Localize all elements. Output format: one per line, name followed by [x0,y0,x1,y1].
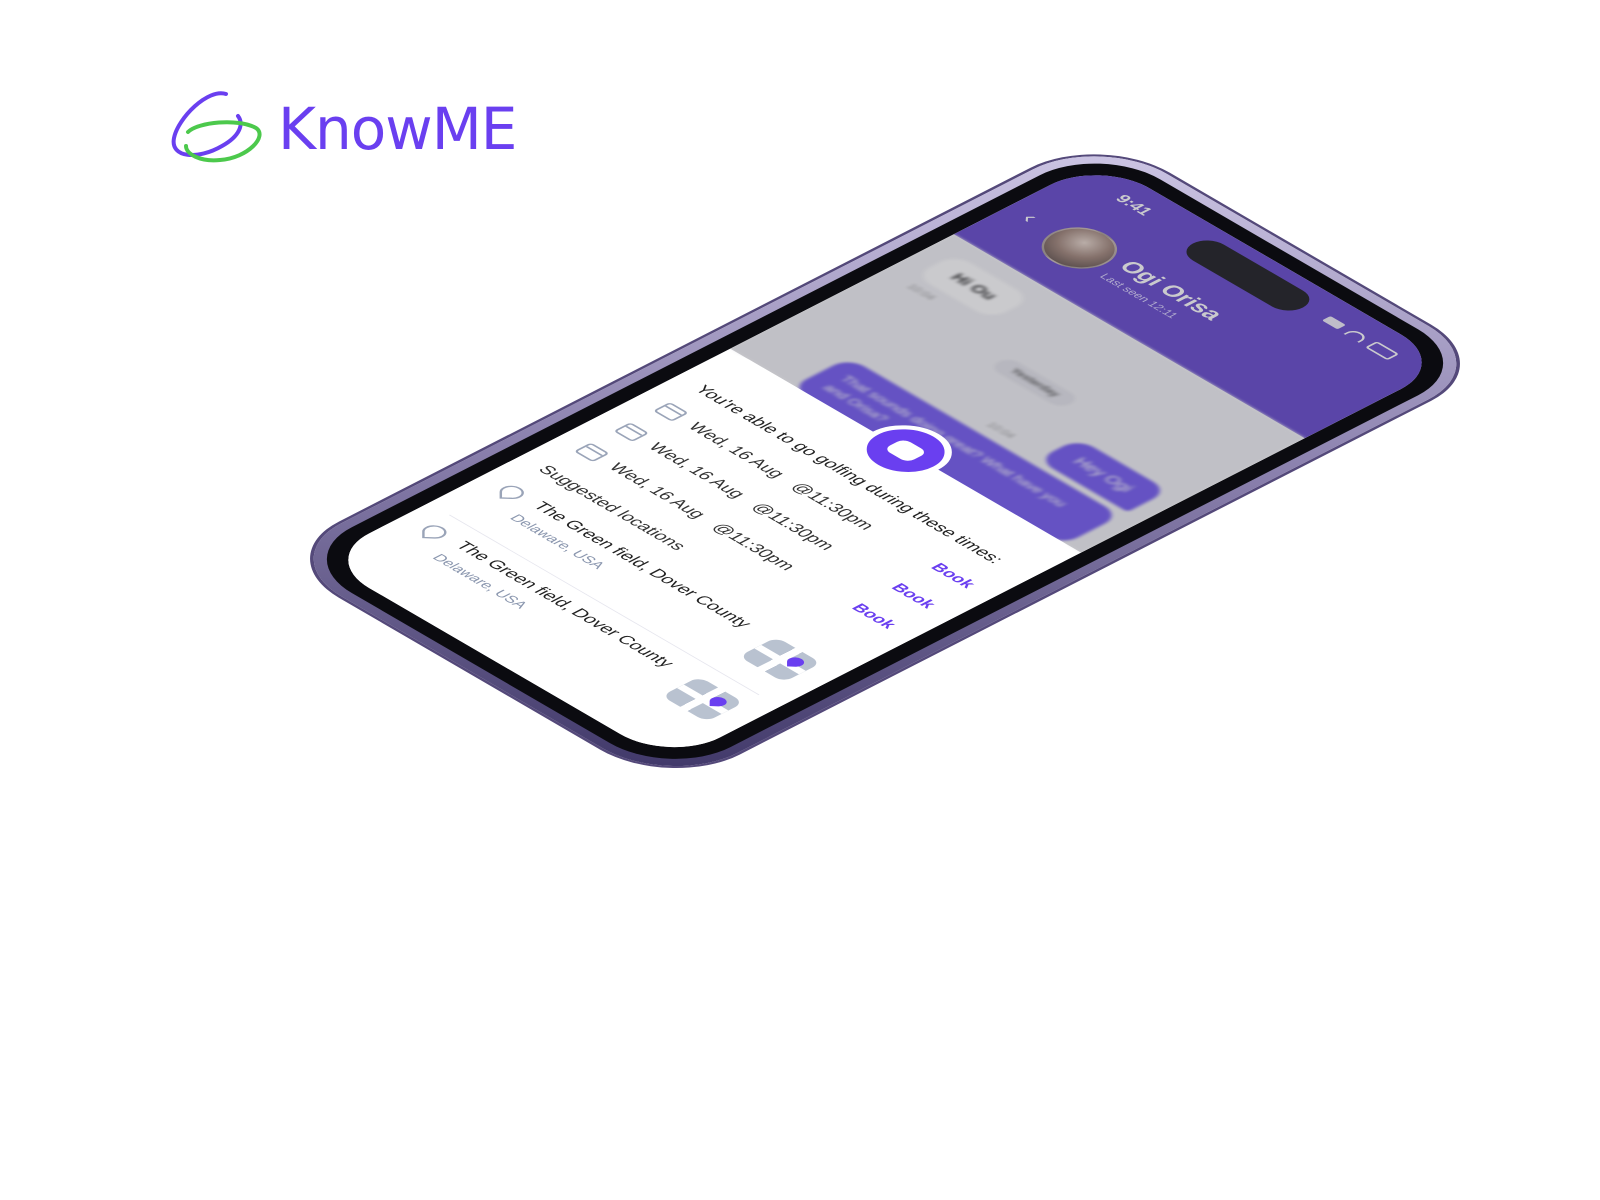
calendar-icon [652,402,689,422]
book-button[interactable]: Book [926,561,980,591]
stop-icon [883,438,928,463]
calendar-icon [573,442,610,463]
brand-logo: KnowME [168,88,517,170]
knowme-logo-icon [171,91,262,163]
map-pin-icon [787,657,805,668]
location-pin-icon [499,485,524,500]
book-button[interactable]: Book [847,601,901,631]
map-thumbnail[interactable] [661,676,744,722]
book-button[interactable]: Book [886,581,940,611]
brand-name: KnowME [278,95,517,163]
phone-device: 9:41 ‹ Ogi Orisa Last seen 12:11 Hi Ou 1… [274,135,1496,788]
calendar-icon [613,422,650,443]
map-pin-icon [709,696,727,707]
location-pin-icon [422,524,447,540]
map-thumbnail[interactable] [738,636,822,683]
